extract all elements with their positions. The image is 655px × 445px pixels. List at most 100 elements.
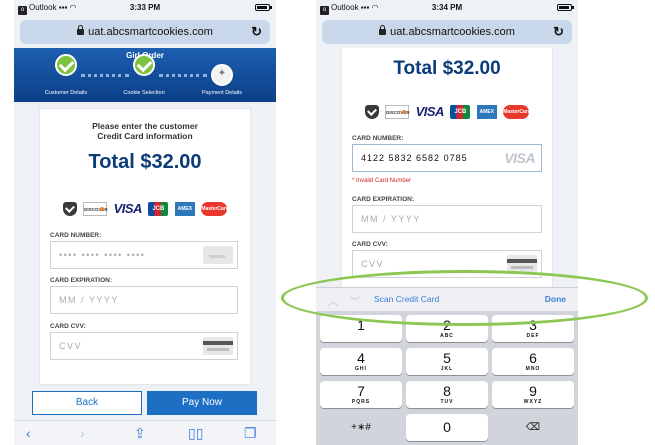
key-digit: 4 (357, 350, 365, 366)
key-3[interactable]: 3 DEF (492, 315, 574, 342)
cvv-label: CARD CVV: (352, 241, 388, 248)
card-number-placeholder: •••• •••• •••• •••• (59, 250, 146, 260)
card-front-icon (203, 246, 233, 264)
expiration-label: CARD EXPIRATION: (352, 196, 414, 203)
cvv-placeholder: CVV (361, 259, 385, 269)
jcb-logo: JCB (148, 201, 169, 216)
status-time: 3:34 PM (431, 3, 463, 12)
step-label-customer: Customer Details (44, 90, 88, 96)
cvv-input[interactable]: CVV (352, 250, 542, 278)
card-number-input[interactable]: •••• •••• •••• •••• (50, 241, 238, 269)
key-letters: ABC (440, 333, 454, 339)
key-7[interactable]: 7 PQRS (320, 381, 402, 408)
chevron-up-icon[interactable]: ︿ (328, 293, 338, 308)
address-bar[interactable]: uat.abcsmartcookies.com ↻ (20, 20, 270, 44)
visa-logo: VISA (415, 103, 445, 119)
key-letters: PQRS (351, 399, 371, 405)
bookmarks-icon[interactable]: ▯▯ (188, 425, 203, 441)
expiration-input[interactable]: MM / YYYY (50, 286, 238, 314)
key-6[interactable]: 6 MNO (492, 348, 574, 375)
key-2[interactable]: 2 ABC (406, 315, 488, 342)
battery-icon (557, 4, 574, 11)
visa-hint-logo: VISA (504, 150, 535, 166)
prompt-line: Credit Card information (97, 131, 193, 141)
cvv-label: CARD CVV: (50, 323, 86, 330)
key-letters: JKL (440, 366, 454, 372)
card-number-label: CARD NUMBER: (352, 135, 404, 142)
card-number-input[interactable]: 4122 5832 6582 0785 VISA (352, 144, 542, 172)
key-letters: MNO (525, 366, 541, 372)
keyboard-accessory-bar: ︿ ﹀ Scan Credit Card Done (316, 287, 578, 311)
share-icon[interactable]: ⇪ (134, 425, 146, 441)
step-complete-icon (133, 54, 155, 76)
cvv-placeholder: CVV (59, 341, 83, 351)
key-letters: TUV (440, 399, 454, 405)
pay-now-button[interactable]: Pay Now (147, 391, 257, 415)
lock-icon (379, 25, 387, 35)
key-delete[interactable]: ⌫ (492, 414, 574, 441)
key-symbols[interactable]: +∗# (320, 414, 402, 441)
card-number-value: 4122 5832 6582 0785 (361, 153, 468, 163)
key-1[interactable]: 1 (320, 315, 402, 342)
browser-toolbar: ‹ › ⇪ ▯▯ ❐ (14, 420, 276, 445)
amex-logo: AMEX (476, 104, 497, 119)
key-9[interactable]: 9 WXYZ (492, 381, 574, 408)
progress-dots (159, 74, 207, 77)
key-4[interactable]: 4 GHI (320, 348, 402, 375)
forward-arrow-icon[interactable]: › (80, 425, 85, 441)
key-0[interactable]: 0 (406, 414, 488, 441)
cvv-input[interactable]: CVV (50, 332, 238, 360)
order-total: Total $32.00 (393, 58, 501, 79)
key-letters: DEF (526, 333, 540, 339)
expiration-input[interactable]: MM / YYYY (352, 205, 542, 233)
payment-prompt: Please enter the customer Credit Card in… (40, 121, 250, 141)
card-back-icon (507, 255, 537, 273)
back-arrow-icon[interactable]: ‹ (26, 425, 31, 441)
card-back-icon (203, 337, 233, 355)
key-8[interactable]: 8 TUV (406, 381, 488, 408)
done-button[interactable]: Done (545, 294, 566, 304)
key-digit: 0 (443, 419, 451, 435)
order-progress: Girl Order Customer Details Cookie Selec… (14, 48, 276, 102)
security-shield-icon (62, 201, 77, 216)
amex-logo: AMEX (174, 201, 195, 216)
discover-logo: DISCOVER (385, 104, 410, 119)
reload-icon[interactable]: ↻ (553, 20, 564, 44)
tabs-icon[interactable]: ❐ (244, 425, 257, 441)
status-time: 3:33 PM (129, 3, 161, 12)
reload-icon[interactable]: ↻ (251, 20, 262, 44)
key-digit: 7 (357, 383, 365, 399)
mastercard-logo: MasterCard (201, 201, 229, 216)
address-bar[interactable]: uat.abcsmartcookies.com ↻ (322, 20, 572, 44)
key-digit: 6 (529, 350, 537, 366)
chevron-down-icon[interactable]: ﹀ (350, 293, 360, 308)
url-text: uat.abcsmartcookies.com (390, 26, 515, 38)
visa-logo: VISA (113, 200, 143, 216)
back-button[interactable]: Back (32, 391, 142, 415)
status-bar: o Outlook ▪▪▪ ◠ 3:34 PM (316, 0, 578, 16)
invalid-card-message: * Invalid Card Number (352, 178, 412, 184)
scan-credit-card-button[interactable]: Scan Credit Card (374, 294, 439, 304)
prompt-line: Please enter the customer (92, 121, 198, 131)
key-letters: WXYZ (523, 399, 543, 405)
phone-screen-before: o Outlook ▪▪▪ ◠ 3:33 PM uat.abcsmartcooki… (14, 0, 276, 445)
key-digit: 3 (529, 317, 537, 333)
key-5[interactable]: 5 JKL (406, 348, 488, 375)
expiration-placeholder: MM / YYYY (59, 295, 119, 305)
battery-icon (255, 4, 272, 11)
order-total: Total $32.00 (88, 151, 202, 173)
cookie-step-icon (211, 64, 233, 86)
backspace-icon: ⌫ (525, 422, 541, 433)
key-digit: +∗# (351, 422, 371, 433)
jcb-logo: JCB (450, 104, 471, 119)
payment-card: Total $32.00 DISCOVER VISA JCB AMEX Mast… (341, 48, 553, 288)
key-digit: 2 (443, 317, 451, 333)
card-brands: DISCOVER VISA JCB AMEX MasterCard (342, 103, 552, 121)
numeric-keypad: 1 2 ABC 3 DEF 4 GHI 5 JKL 6 MNO 7 PQRS 8 TUV 9W… (316, 311, 578, 445)
step-label-cookies: Cookie Selection (123, 90, 165, 96)
card-brands: DISCOVER VISA JCB AMEX MasterCard (40, 200, 250, 218)
key-digit: 5 (443, 350, 451, 366)
lock-icon (77, 25, 85, 35)
step-complete-icon (55, 54, 77, 76)
progress-dots (81, 74, 129, 77)
